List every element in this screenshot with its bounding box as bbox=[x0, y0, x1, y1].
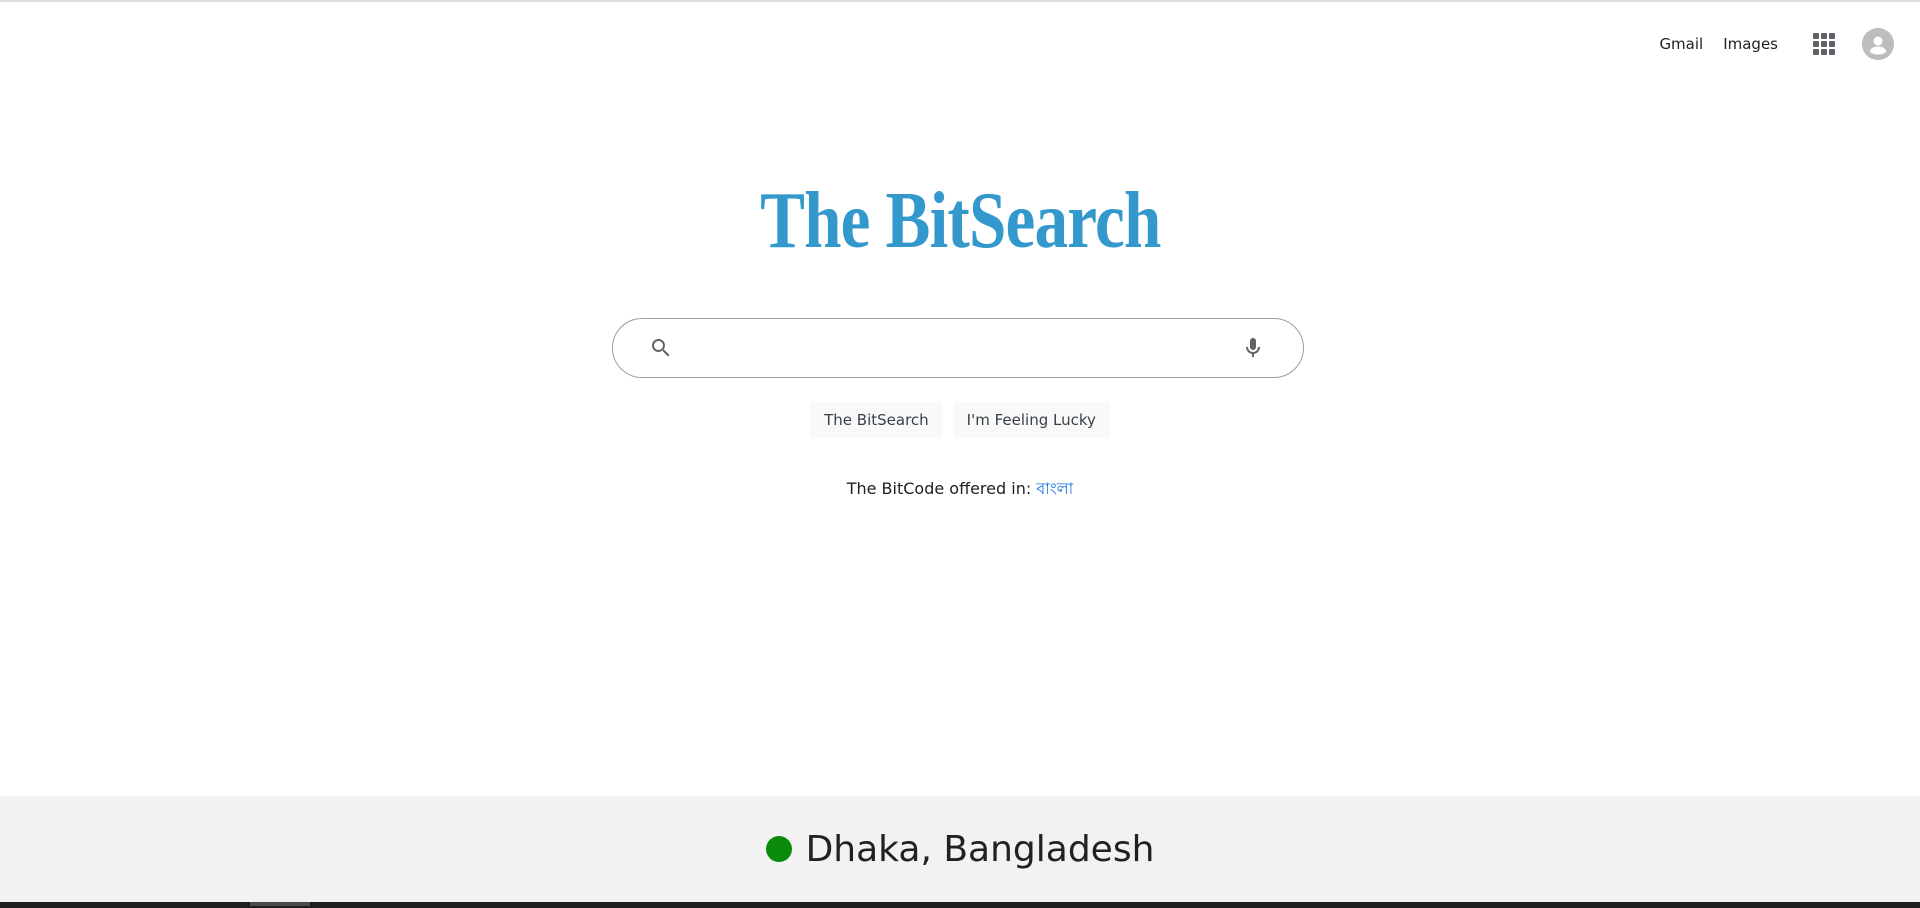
footer-location: Dhaka, Bangladesh bbox=[805, 828, 1155, 870]
language-offer: The BitCode offered in: বাংলা bbox=[0, 476, 1920, 503]
gmail-link[interactable]: Gmail bbox=[1659, 24, 1703, 64]
logo: The BitSearch bbox=[0, 176, 1920, 266]
search-icon bbox=[649, 336, 673, 360]
status-dot-icon bbox=[765, 836, 792, 862]
apps-grid-icon bbox=[1813, 33, 1835, 55]
search-button[interactable]: The BitSearch bbox=[810, 402, 943, 438]
mic-icon[interactable] bbox=[1241, 336, 1265, 360]
logo-text: The BitSearch bbox=[759, 177, 1161, 265]
header: Gmail Images bbox=[1659, 24, 1894, 64]
language-link-bangla[interactable]: বাংলা bbox=[1036, 479, 1073, 498]
page: Gmail Images The BitSearch The BitSearch… bbox=[0, 0, 1920, 908]
search-input[interactable] bbox=[673, 319, 1241, 377]
search-buttons: The BitSearch I'm Feeling Lucky bbox=[0, 402, 1920, 438]
feeling-lucky-button[interactable]: I'm Feeling Lucky bbox=[952, 402, 1110, 438]
apps-button[interactable] bbox=[1804, 24, 1844, 64]
taskbar-indicator bbox=[250, 902, 310, 906]
footer: Dhaka, Bangladesh bbox=[0, 796, 1920, 902]
top-divider bbox=[0, 0, 1920, 2]
images-link[interactable]: Images bbox=[1723, 24, 1778, 64]
account-avatar[interactable] bbox=[1862, 28, 1894, 60]
taskbar-strip bbox=[0, 902, 1920, 908]
search-box[interactable] bbox=[612, 318, 1304, 378]
language-offer-prefix: The BitCode offered in: bbox=[846, 479, 1032, 498]
account-icon bbox=[1862, 28, 1894, 60]
